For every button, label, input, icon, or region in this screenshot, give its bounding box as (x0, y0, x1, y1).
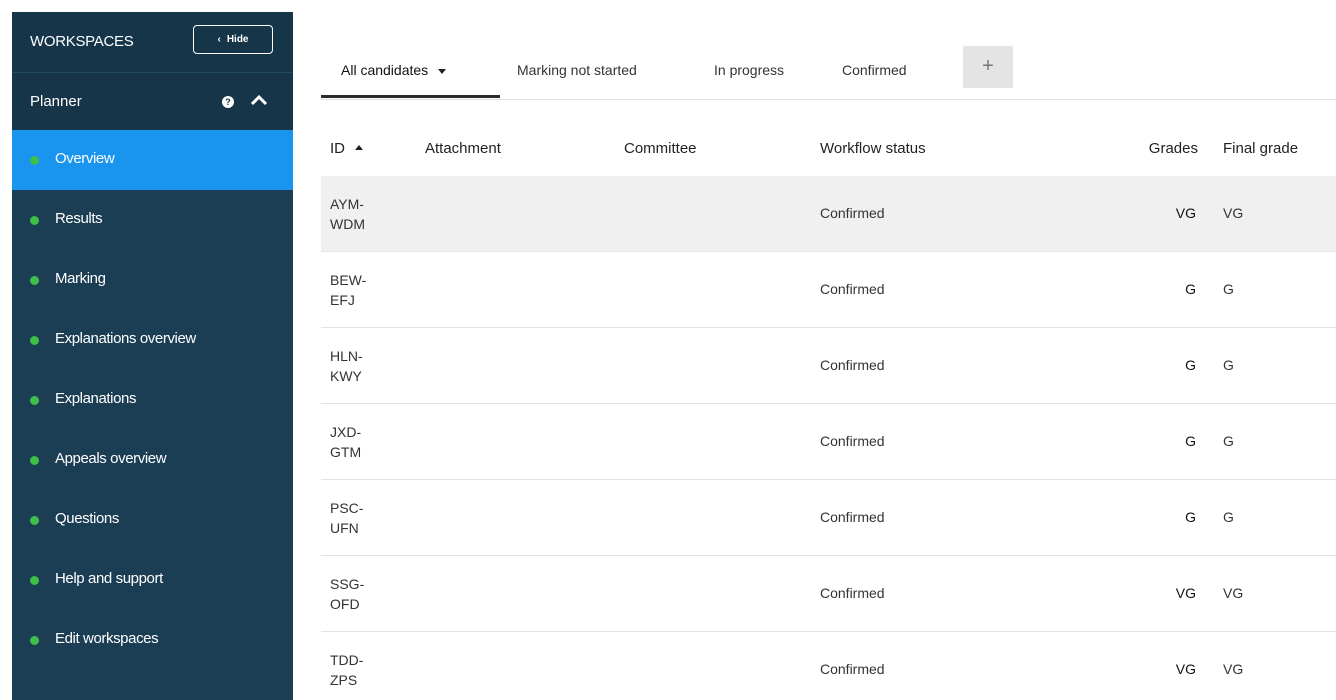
final-grade-value: G (1223, 281, 1234, 297)
tab-marking-not-started[interactable]: Marking not started (517, 62, 637, 78)
workflow-status: Confirmed (820, 281, 885, 297)
final-grade-value: G (1223, 509, 1234, 525)
final-grade-value: G (1223, 433, 1234, 449)
sidebar-item-edit-workspaces[interactable]: Edit workspaces (12, 610, 293, 670)
chevron-up-icon[interactable] (250, 93, 268, 107)
sidebar-item-appeals-overview[interactable]: Appeals overview (12, 430, 293, 490)
status-dot (30, 396, 39, 405)
tab-in-progress[interactable]: In progress (714, 62, 784, 78)
table-row[interactable]: JXD- GTM Confirmed G G (321, 404, 1336, 480)
workspaces-title: WORKSPACES (30, 33, 134, 50)
final-grade-value: VG (1223, 205, 1244, 221)
sidebar-item-questions[interactable]: Questions (12, 490, 293, 550)
column-header-id[interactable]: ID (330, 140, 363, 157)
tab-all-candidates[interactable]: All candidates (341, 62, 447, 78)
caret-down-icon (438, 68, 447, 74)
candidate-id: JXD- GTM (330, 424, 362, 460)
hide-sidebar-button[interactable]: ‹ Hide (193, 25, 273, 54)
column-header-label: ID (330, 140, 345, 157)
table-row[interactable]: TDD- ZPS Confirmed VG VG (321, 632, 1336, 700)
candidate-id: AYM- WDM (330, 196, 365, 232)
workflow-status: Confirmed (820, 205, 885, 221)
tab-label: In progress (714, 62, 785, 78)
table-row[interactable]: AYM- WDM Confirmed VG VG (321, 176, 1336, 252)
status-dot (30, 576, 39, 585)
column-header-committee[interactable]: Committee (624, 140, 697, 157)
grades-value: G (1185, 433, 1196, 449)
planner-section-header[interactable]: Planner ? (12, 72, 293, 130)
status-dot (30, 456, 39, 465)
hide-label: Hide (226, 34, 249, 45)
grades-value: G (1185, 509, 1196, 525)
status-dot (30, 336, 39, 345)
table-row[interactable]: HLN- KWY Confirmed G G (321, 328, 1336, 404)
sidebar-item-label: Overview (55, 150, 115, 167)
grades-value: G (1185, 357, 1196, 373)
add-tab-button[interactable]: + (963, 46, 1013, 88)
sidebar-item-explanations[interactable]: Explanations (12, 370, 293, 430)
status-dot (30, 516, 39, 525)
workflow-status: Confirmed (820, 661, 885, 677)
column-header-final-grade[interactable]: Final grade (1223, 140, 1298, 157)
column-header-grades[interactable]: Grades (1149, 140, 1198, 157)
workflow-status: Confirmed (820, 509, 885, 525)
table-row[interactable]: PSC- UFN Confirmed G G (321, 480, 1336, 556)
final-grade-value: VG (1223, 661, 1244, 677)
status-dot (30, 276, 39, 285)
sidebar-item-label: Results (55, 210, 103, 227)
planner-label: Planner (30, 93, 82, 110)
tab-label: Marking not started (517, 62, 637, 78)
table-header: ID Attachment Committee Workflow status … (321, 120, 1336, 176)
workflow-status: Confirmed (820, 585, 885, 601)
grades-value: G (1185, 281, 1196, 297)
sort-ascending-icon (355, 144, 363, 150)
status-dot (30, 156, 39, 165)
tab-label: All candidates (341, 62, 429, 78)
candidate-filter-tabs: All candidates Marking not started In pr… (321, 46, 1336, 100)
workspaces-header: WORKSPACES ‹ Hide (12, 12, 293, 72)
candidates-table: ID Attachment Committee Workflow status … (321, 120, 1336, 700)
candidate-id: BEW- EFJ (330, 272, 367, 308)
workflow-status: Confirmed (820, 433, 885, 449)
column-header-attachment[interactable]: Attachment (425, 140, 501, 157)
candidate-id: HLN- KWY (330, 348, 363, 384)
sidebar-item-label: Edit workspaces (55, 630, 159, 647)
candidate-id: SSG- OFD (330, 576, 365, 612)
column-header-workflow-status[interactable]: Workflow status (820, 140, 926, 157)
tab-label: Confirmed (842, 62, 907, 78)
final-grade-value: G (1223, 357, 1234, 373)
sidebar-item-marking[interactable]: Marking (12, 250, 293, 310)
sidebar-item-label: Explanations (55, 390, 137, 407)
grades-value: VG (1175, 585, 1196, 601)
grades-value: VG (1175, 661, 1196, 677)
help-icon[interactable]: ? (222, 96, 234, 108)
status-dot (30, 216, 39, 225)
sidebar-item-label: Appeals overview (55, 450, 167, 467)
sidebar-item-label: Explanations overview (55, 330, 196, 347)
workflow-status: Confirmed (820, 357, 885, 373)
sidebar-item-label: Marking (55, 270, 106, 287)
sidebar-item-label: Help and support (55, 570, 163, 587)
grades-value: VG (1175, 205, 1196, 221)
tab-confirmed[interactable]: Confirmed (842, 62, 907, 78)
candidate-id: PSC- UFN (330, 500, 364, 536)
candidate-id: TDD- ZPS (330, 652, 364, 688)
sidebar-item-explanations-overview[interactable]: Explanations overview (12, 310, 293, 370)
sidebar-item-help-and-support[interactable]: Help and support (12, 550, 293, 610)
chevron-left-icon: ‹ (217, 34, 221, 45)
table-row[interactable]: BEW- EFJ Confirmed G G (321, 252, 1336, 328)
sidebar-item-overview[interactable]: Overview (12, 130, 293, 190)
status-dot (30, 636, 39, 645)
workspace-sidebar: WORKSPACES ‹ Hide Planner ? Overview Res… (12, 12, 293, 700)
table-row[interactable]: SSG- OFD Confirmed VG VG (321, 556, 1336, 632)
sidebar-item-label: Questions (55, 510, 119, 527)
final-grade-value: VG (1223, 585, 1244, 601)
active-tab-indicator (321, 95, 500, 98)
sidebar-item-results[interactable]: Results (12, 190, 293, 250)
